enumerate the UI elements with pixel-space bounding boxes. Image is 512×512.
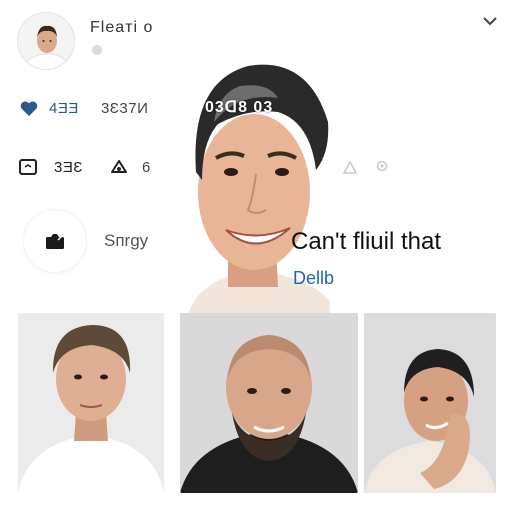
message-link[interactable]: Dellb: [293, 268, 334, 289]
comments-count: 3ƎƐ: [54, 159, 83, 176]
share-icon[interactable]: [108, 156, 130, 178]
likes-count: 4ƎƎ: [49, 100, 79, 117]
views-count: 3Ɛ37И: [101, 100, 149, 117]
gear-icon[interactable]: [374, 158, 390, 174]
warning-icon[interactable]: [342, 160, 358, 176]
message-headline: Can't fliuil that: [291, 228, 441, 255]
profile-status-dot: [92, 45, 102, 55]
photo-overlay-text: 03ᗡ8 03: [205, 99, 274, 116]
grid-photo-2[interactable]: [180, 313, 358, 493]
heart-icon[interactable]: [18, 98, 40, 120]
chevron-down-icon[interactable]: [481, 14, 499, 28]
grid-photo-3[interactable]: [364, 313, 496, 493]
avatar-portrait: [18, 13, 74, 69]
comment-icon[interactable]: [17, 156, 39, 178]
camera-icon: [46, 234, 64, 249]
action-label: Sᴨrgy: [104, 231, 149, 250]
avatar[interactable]: [17, 12, 75, 70]
camera-button[interactable]: [24, 210, 86, 272]
grid-photo-1[interactable]: [18, 313, 164, 493]
profile-name: Fleaтi o: [90, 19, 154, 36]
shares-count: 6: [142, 159, 151, 176]
